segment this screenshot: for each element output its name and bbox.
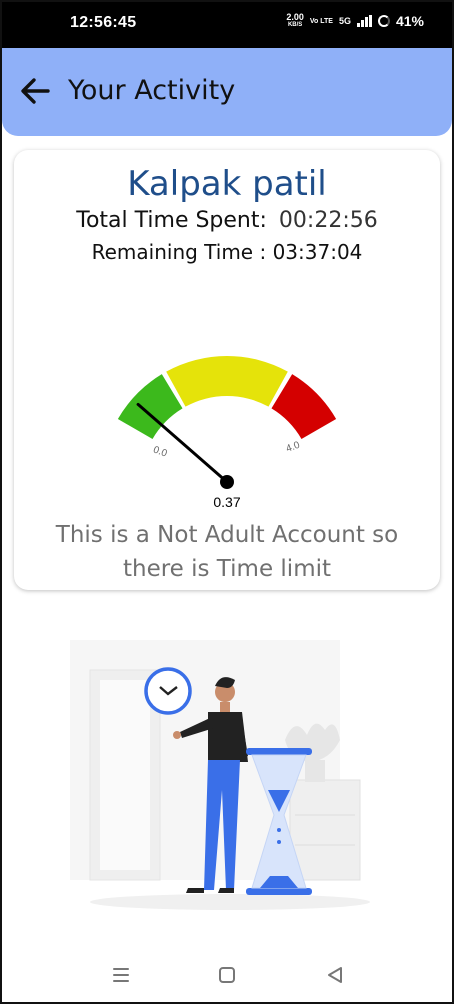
app-bar: Your Activity — [2, 48, 452, 136]
network-type: 5G — [338, 16, 351, 26]
total-time-row: Total Time Spent: 00:22:56 — [14, 208, 440, 233]
gauge-value: 0.37 — [213, 494, 241, 510]
user-name: Kalpak patil — [127, 164, 327, 204]
signal-icon — [356, 15, 372, 27]
network-speed-unit: KB/S — [287, 22, 303, 28]
triangle-back-icon — [328, 967, 342, 983]
status-time: 12:56:45 — [70, 14, 137, 31]
battery-percent: 41% — [395, 13, 424, 29]
total-time-value: 00:22:56 — [278, 208, 378, 233]
status-bar: 12:56:45 2.00 KB/S Vo LTE 5G 41% — [0, 0, 454, 48]
person-with-clock-and-hourglass-illustration — [70, 640, 370, 910]
gauge-max-label: 4.0 — [285, 440, 302, 455]
gauge-segment-2 — [271, 374, 337, 439]
gauge-needle — [136, 402, 229, 484]
square-home-icon — [219, 967, 235, 983]
time-gauge: 0.0 4.0 — [117, 356, 337, 489]
system-nav-bar — [0, 950, 454, 1000]
activity-card: Kalpak patil Total Time Spent: 00:22:56 R… — [14, 150, 440, 590]
status-indicators: 2.00 KB/S Vo LTE 5G 41% — [286, 13, 424, 30]
recents-button[interactable] — [106, 960, 136, 990]
back-button[interactable] — [18, 74, 52, 108]
clock-icon — [144, 667, 192, 715]
gauge-segment-0 — [117, 374, 183, 439]
network-speed: 2.00 KB/S — [286, 13, 304, 29]
arrow-left-icon — [21, 78, 50, 104]
gauge-segment-1 — [166, 356, 288, 407]
volte-indicator: Vo LTE — [309, 17, 333, 25]
menu-lines-icon — [113, 968, 129, 982]
home-button[interactable] — [212, 960, 242, 990]
nav-back-button[interactable] — [320, 960, 350, 990]
network-speed-value: 2.00 — [286, 12, 304, 22]
total-time-label: Total Time Spent: — [76, 208, 267, 233]
page-title: Your Activity — [68, 75, 236, 106]
battery-icon — [377, 15, 390, 27]
gauge-hub — [220, 475, 234, 489]
account-notice: This is a Not Adult Account so there is … — [55, 522, 399, 582]
gauge-min-label: 0.0 — [152, 444, 169, 459]
remaining-time: Remaining Time : 03:37:04 — [91, 240, 363, 264]
